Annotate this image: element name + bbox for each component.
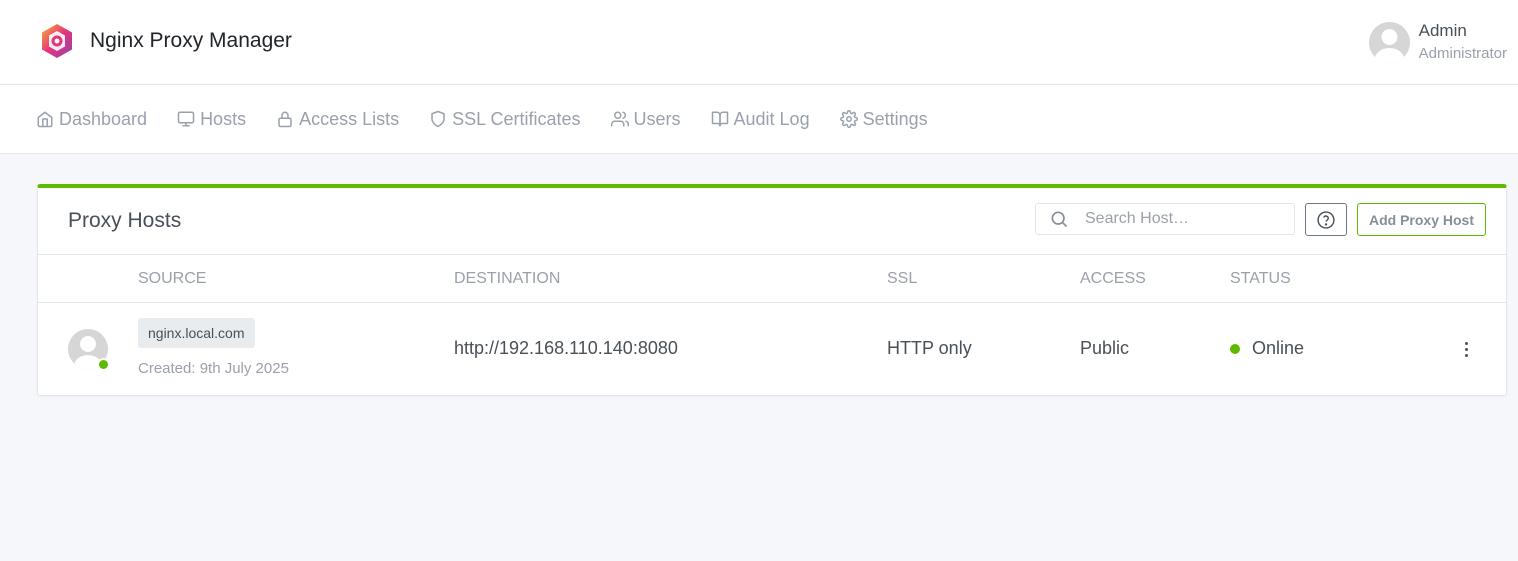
column-header-access[interactable]: Access [1080, 270, 1146, 288]
gear-icon [839, 110, 858, 128]
nav-item-label: Hosts [200, 108, 247, 129]
source-domain-tag[interactable]: nginx.local.com [138, 318, 255, 348]
nav-item-audit-log[interactable]: Audit Log [711, 107, 810, 131]
avatar [1368, 22, 1410, 63]
destination-cell: http://192.168.110.140:8080 [454, 338, 678, 358]
app-title: Nginx Proxy Manager [90, 29, 292, 52]
shield-icon [431, 110, 445, 128]
nav-item-access-lists[interactable]: Access Lists [276, 107, 399, 131]
nav-item-settings[interactable]: Settings [839, 107, 928, 131]
home-icon [37, 111, 53, 128]
nav-item-label: Settings [862, 108, 928, 129]
nav-item-label: Users [633, 108, 681, 129]
table-row: nginx.local.com Created: 9th July 2025 h… [38, 303, 1506, 395]
help-icon [1317, 210, 1335, 229]
column-header-destination[interactable]: Destination [454, 270, 560, 288]
status-dot-icon [1230, 344, 1240, 354]
add-proxy-host-button[interactable]: Add Proxy Host [1357, 203, 1486, 236]
online-indicator [97, 358, 110, 371]
main-nav: Dashboard Hosts Access Lists SSL Certifi… [0, 85, 1518, 154]
nav-item-ssl-certificates[interactable]: SSL Certificates [429, 107, 581, 131]
nav-item-label: Audit Log [733, 108, 810, 129]
nav-item-label: Dashboard [59, 108, 148, 129]
search-box [1035, 203, 1295, 235]
top-header: Nginx Proxy Manager Admin Administrator [0, 0, 1518, 85]
user-role: Administrator [1418, 45, 1507, 62]
search-icon [1051, 211, 1068, 228]
column-header-source[interactable]: Source [138, 270, 206, 288]
nav-item-dashboard[interactable]: Dashboard [36, 107, 147, 131]
status-cell: Online [1252, 338, 1305, 358]
ssl-cell: HTTP only [887, 338, 972, 358]
card-title: Proxy Hosts [68, 209, 182, 232]
nav-item-label: Access Lists [299, 108, 400, 129]
nav-item-users[interactable]: Users [610, 107, 681, 131]
card-header: Proxy Hosts Add Proxy Host [38, 188, 1506, 255]
user-silhouette-icon [1374, 29, 1405, 63]
lock-icon [278, 111, 292, 128]
brand[interactable]: Nginx Proxy Manager [38, 22, 292, 60]
nav-item-hosts[interactable]: Hosts [177, 107, 246, 131]
users-icon [610, 111, 629, 127]
access-cell: Public [1080, 338, 1130, 358]
user-name: Admin [1418, 21, 1467, 40]
column-header-ssl[interactable]: SSL [887, 270, 917, 288]
search-input[interactable] [1085, 210, 1275, 228]
proxy-hosts-card: Proxy Hosts Add Proxy Host Source Destin… [37, 184, 1507, 396]
table-header: Source Destination SSL Access Status [38, 255, 1506, 303]
created-date: Created: 9th July 2025 [138, 360, 289, 377]
column-header-status[interactable]: Status [1230, 270, 1291, 288]
monitor-icon [177, 111, 195, 127]
help-button[interactable] [1305, 203, 1347, 236]
row-actions-menu-icon[interactable] [1458, 337, 1474, 361]
user-menu[interactable]: Admin Administrator [1368, 20, 1507, 66]
nav-item-label: SSL Certificates [452, 108, 581, 129]
logo-icon [42, 24, 72, 58]
book-icon [711, 111, 728, 127]
